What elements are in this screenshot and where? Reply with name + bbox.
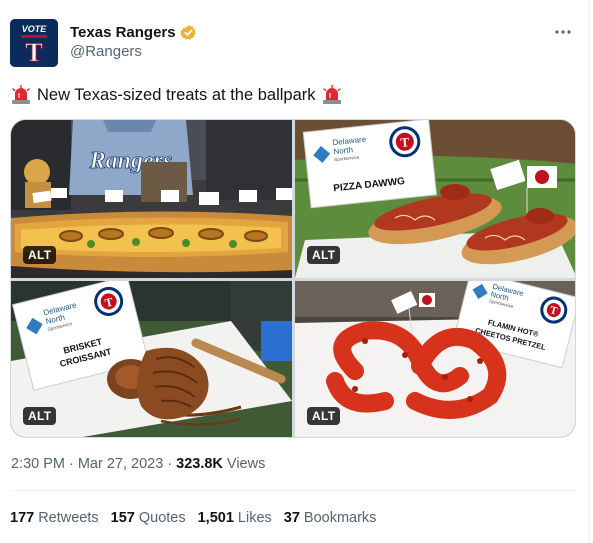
svg-text:T: T <box>25 38 42 67</box>
quotes-stat[interactable]: 157 Quotes <box>111 510 186 526</box>
alt-badge[interactable]: ALT <box>23 246 57 264</box>
alt-badge[interactable]: ALT <box>307 246 341 264</box>
rotating-light-icon <box>12 85 30 104</box>
alt-badge[interactable]: ALT <box>23 407 57 425</box>
author-name-row[interactable]: Texas Rangers <box>70 23 197 41</box>
likes-stat[interactable]: 1,501 Likes <box>198 510 272 526</box>
right-border <box>589 0 590 543</box>
divider <box>10 490 576 491</box>
tweet-time[interactable]: 2:30 PM <box>11 456 65 472</box>
alt-badge[interactable]: ALT <box>307 407 341 425</box>
more-dots-icon <box>555 30 571 34</box>
quotes-count: 157 <box>110 510 135 526</box>
views-label: Views <box>226 456 266 472</box>
rangers-logo-icon: VOTE T <box>10 19 58 67</box>
rotating-light-icon <box>322 85 341 104</box>
photo-flamin-hot-pretzel[interactable]: Delaware North Sportservice T FLAMIN HOT… <box>295 281 575 437</box>
bookmarks-count: 37 <box>283 510 300 526</box>
more-options-button[interactable] <box>553 23 573 41</box>
likes-count: 1,501 <box>197 510 234 526</box>
tweet-body: New Texas-sized treats at the ballpark <box>37 85 316 104</box>
photo-brisket-croissant[interactable]: Delaware North Sportservice T BRISKET CR… <box>11 281 292 437</box>
tweet-meta: 2:30 PM · Mar 27, 2023 · 323.8K Views <box>11 454 265 474</box>
bookmarks-label: Bookmarks <box>303 510 377 526</box>
retweets-count: 177 <box>10 510 35 526</box>
tweet-date[interactable]: Mar 27, 2023 <box>78 456 163 472</box>
likes-label: Likes <box>237 510 272 526</box>
avatar[interactable]: VOTE T <box>10 19 58 67</box>
photo-giant-hot-dog[interactable]: Rangers ALT <box>11 120 292 278</box>
retweets-label: Retweets <box>38 510 99 526</box>
media-grid: Rangers ALT Delaware North Sportservice … <box>10 119 576 438</box>
author-handle[interactable]: @Rangers <box>70 43 142 60</box>
meta-separator: · <box>167 456 173 472</box>
meta-separator: · <box>69 456 74 472</box>
photo-pizza-dawwg[interactable]: Delaware North Sportservice T PIZZA DAWW… <box>295 120 575 278</box>
engagement-stats: 177 Retweets 157 Quotes 1,501 Likes 37 B… <box>10 508 388 528</box>
tweet-text: New Texas-sized treats at the ballpark <box>11 84 342 106</box>
retweets-stat[interactable]: 177 Retweets <box>10 510 99 526</box>
display-name[interactable]: Texas Rangers <box>70 24 176 41</box>
quotes-label: Quotes <box>138 510 186 526</box>
svg-text:VOTE: VOTE <box>22 24 48 34</box>
views-count[interactable]: 323.8K <box>176 456 223 472</box>
bookmarks-stat[interactable]: 37 Bookmarks <box>284 510 377 526</box>
verified-badge-icon[interactable] <box>179 24 197 41</box>
